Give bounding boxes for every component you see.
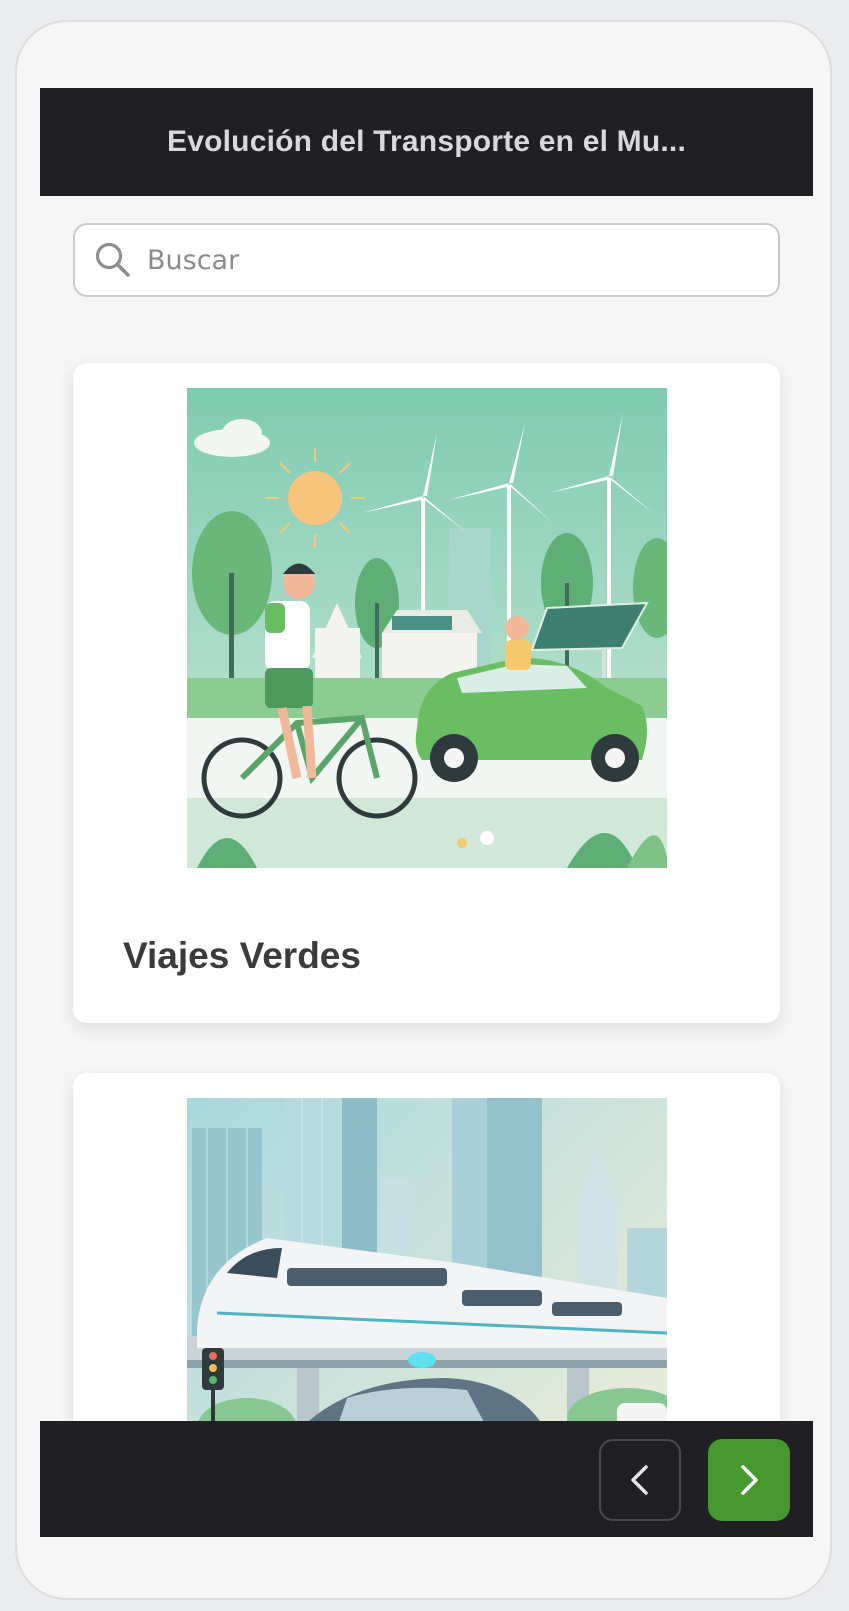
card[interactable]: Viajes Verdes — [73, 363, 780, 1023]
search-input[interactable] — [147, 225, 767, 295]
chevron-left-icon — [631, 1465, 648, 1495]
app-header: Evolución del Transporte en el Mu... — [40, 88, 813, 196]
search-bar[interactable] — [73, 223, 780, 297]
page-title: Evolución del Transporte en el Mu... — [167, 125, 686, 158]
search-icon — [95, 242, 130, 277]
next-button[interactable] — [708, 1439, 790, 1521]
card-title: Viajes Verdes — [123, 935, 361, 976]
bottom-bar — [40, 1421, 813, 1537]
chevron-right-icon — [741, 1465, 758, 1495]
card-image — [187, 388, 667, 868]
previous-button[interactable] — [599, 1439, 681, 1521]
app-screen: Evolución del Transporte en el Mu... Bus… — [40, 88, 813, 1537]
device-frame: Evolución del Transporte en el Mu... Bus… — [15, 20, 832, 1600]
